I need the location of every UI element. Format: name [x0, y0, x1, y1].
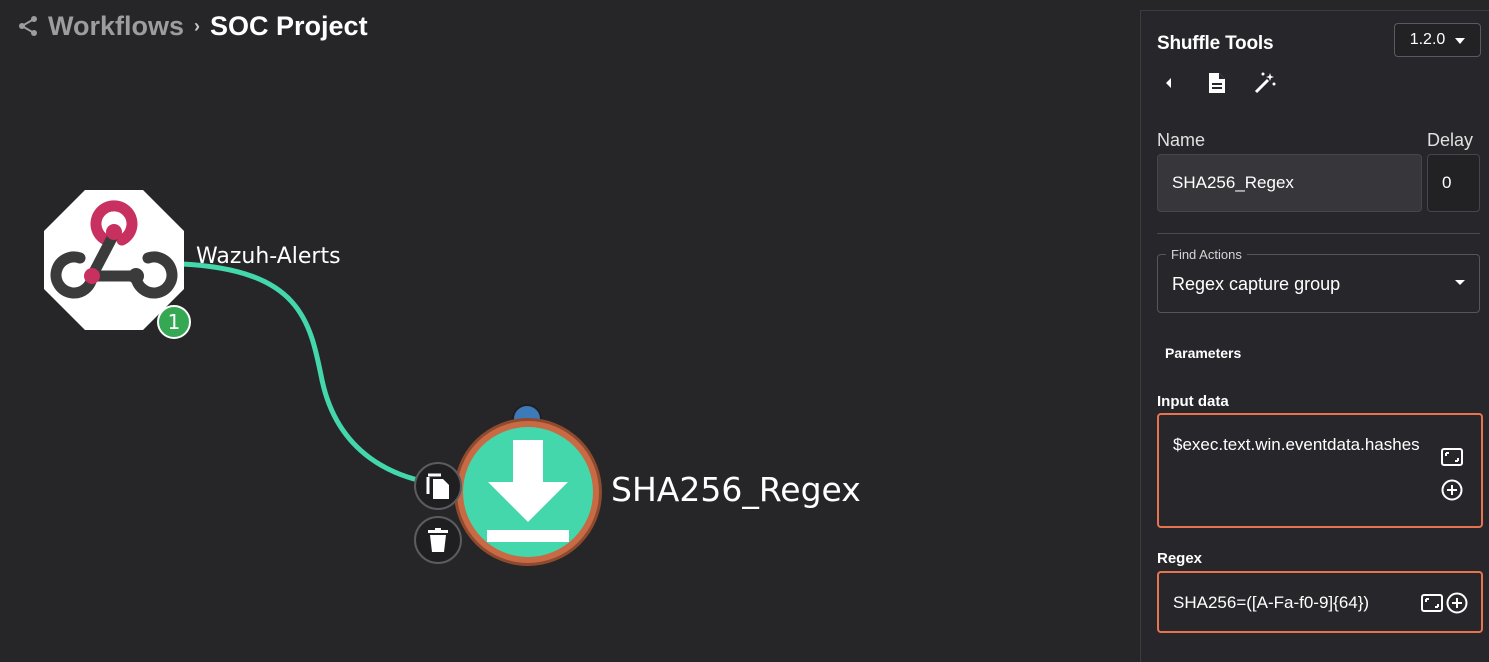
find-actions-select[interactable]: Find Actions Regex capture group — [1157, 247, 1480, 313]
action-node-label: SHA256_Regex — [611, 470, 861, 509]
magic-wand-icon[interactable] — [1253, 71, 1277, 95]
name-input[interactable]: SHA256_Regex — [1157, 154, 1422, 212]
add-variable-icon[interactable] — [1445, 591, 1469, 615]
regex-field[interactable]: SHA256=([A-Fa-f0-9]{64}) — [1157, 571, 1483, 633]
copy-node-button[interactable] — [414, 462, 462, 510]
chevron-down-icon — [1455, 31, 1466, 49]
name-label: Name — [1157, 130, 1206, 150]
copy-icon — [426, 473, 449, 499]
panel-title: Shuffle Tools — [1157, 33, 1274, 54]
find-actions-value: Regex capture group — [1172, 274, 1341, 294]
input-data-field[interactable]: $exec.text.win.eventdata.hashes — [1157, 413, 1483, 528]
action-settings-panel: Shuffle Tools 1.2.0 Name Delay SHA256_Re… — [1140, 10, 1489, 662]
input-data-label: Input data — [1157, 393, 1229, 410]
delay-input[interactable]: 0 — [1427, 154, 1480, 212]
delay-label: Delay — [1427, 130, 1474, 150]
expand-icon[interactable] — [1440, 445, 1464, 469]
input-data-value[interactable]: $exec.text.win.eventdata.hashes — [1173, 434, 1428, 455]
find-actions-label: Find Actions — [1166, 247, 1247, 262]
workflow-canvas[interactable]: Wazuh-Alerts 1 SHA256_Regex — [0, 0, 1140, 662]
document-icon[interactable] — [1205, 71, 1229, 95]
download-icon — [487, 440, 569, 542]
chevron-left-icon[interactable] — [1157, 71, 1181, 95]
chevron-down-icon — [1455, 280, 1465, 285]
version-select[interactable]: 1.2.0 — [1394, 23, 1481, 57]
regex-value[interactable]: SHA256=([A-Fa-f0-9]{64}) — [1173, 592, 1413, 613]
trigger-count-badge: 1 — [157, 305, 191, 339]
expand-icon[interactable] — [1420, 591, 1444, 615]
regex-label: Regex — [1157, 550, 1203, 567]
version-value: 1.2.0 — [1409, 31, 1446, 48]
parameters-heading: Parameters — [1165, 345, 1242, 361]
panel-toolbar — [1157, 69, 1277, 97]
panel-divider — [1157, 233, 1480, 234]
trigger-node-label: Wazuh-Alerts — [196, 244, 341, 269]
add-variable-icon[interactable] — [1440, 478, 1464, 502]
delete-node-button[interactable] — [414, 516, 462, 564]
action-node-sha256-regex[interactable] — [454, 418, 602, 566]
trash-icon — [428, 528, 448, 552]
